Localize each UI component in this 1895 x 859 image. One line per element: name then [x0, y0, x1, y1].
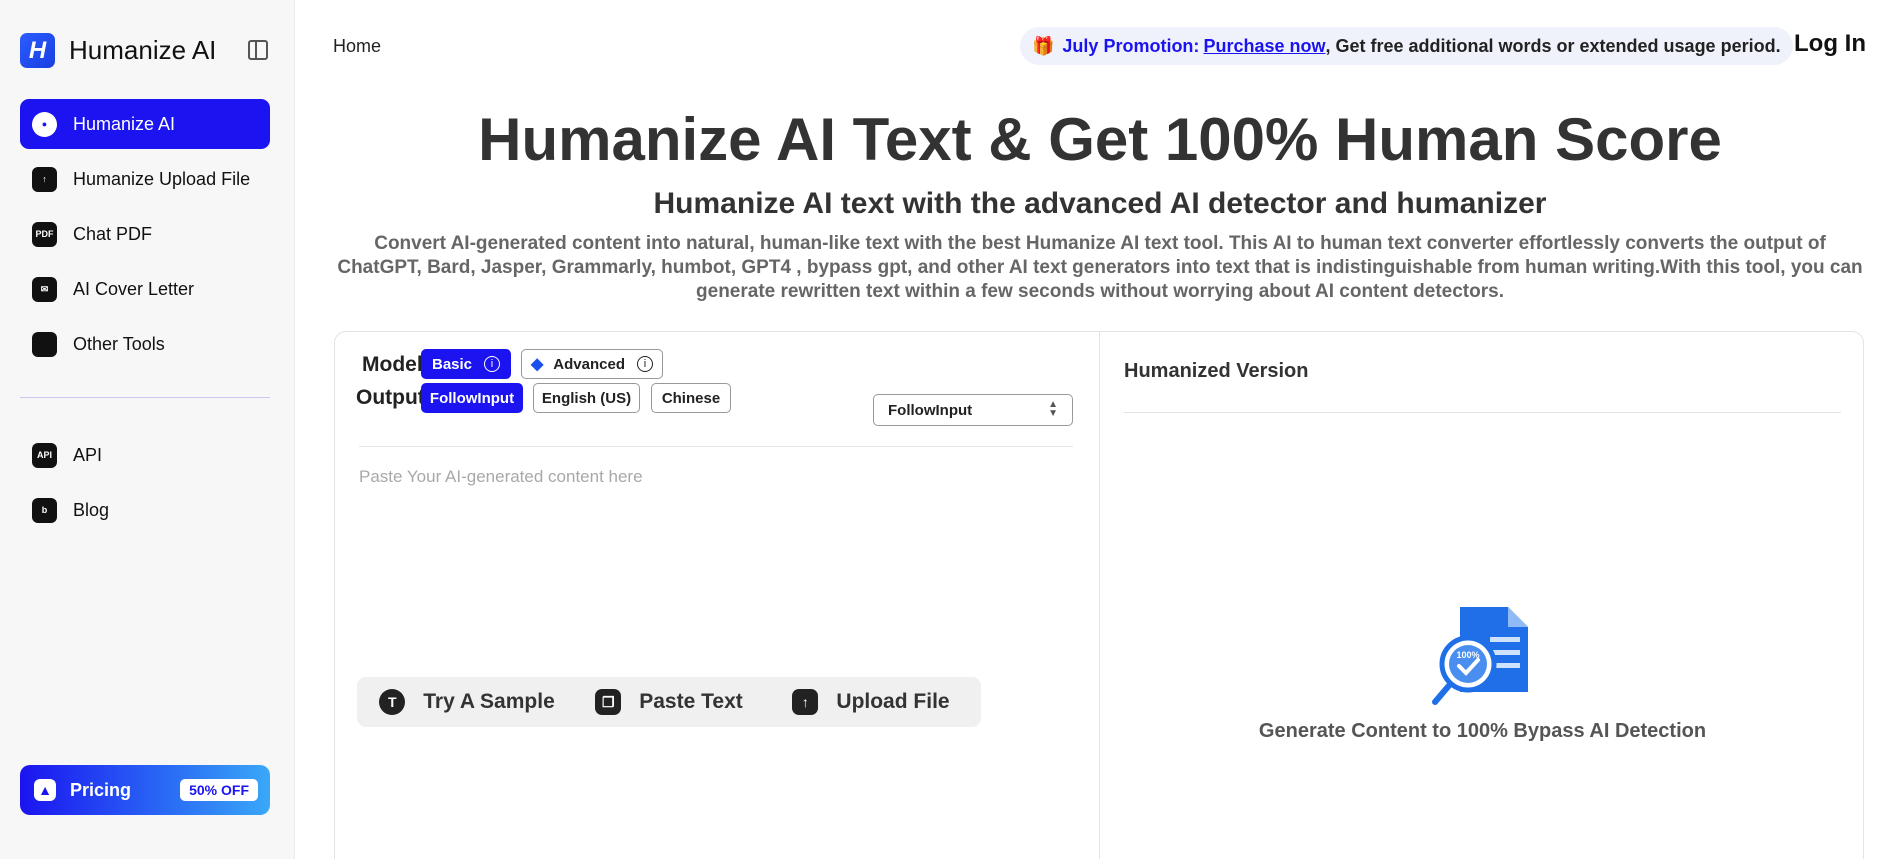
promo-title: July Promotion:: [1062, 35, 1200, 56]
file-upload-icon: ↑: [32, 166, 57, 192]
paste-text-label: Paste Text: [639, 690, 743, 713]
purchase-now-link[interactable]: Purchase now: [1203, 36, 1325, 57]
promo-text: , Get free additional words or extended …: [1325, 35, 1781, 56]
sidebar-item-label: API: [73, 444, 103, 465]
envelope-icon: ✉: [32, 276, 57, 302]
sidebar-item-other-tools[interactable]: Other Tools: [20, 319, 270, 369]
output-select-value: FollowInput: [888, 401, 973, 419]
input-pane: Model Basic i ◆ Advanced i Output Follow…: [335, 332, 1100, 859]
sidebar-item-label: Humanize Upload File: [73, 168, 251, 189]
paste-icon: ❐: [595, 689, 622, 715]
sidebar-item-label: Blog: [73, 499, 110, 520]
brand-logo-icon: H: [20, 33, 55, 68]
output-english-button[interactable]: English (US): [533, 383, 640, 413]
result-caption: Generate Content to 100% Bypass AI Detec…: [1258, 720, 1707, 742]
output-divider: [1124, 412, 1841, 413]
chevron-updown-icon: ▲ ▼: [1048, 399, 1058, 419]
sidebar-item-ai-cover-letter[interactable]: ✉ AI Cover Letter: [20, 264, 270, 314]
sidebar: H Humanize AI ● Humanize AI ↑ Humanize U…: [0, 0, 295, 859]
brand-name: Humanize AI: [69, 35, 217, 65]
sidebar-item-chat-pdf[interactable]: PDF Chat PDF: [20, 209, 270, 259]
text-sample-icon: T: [379, 689, 406, 715]
sidebar-item-label: Chat PDF: [73, 223, 153, 244]
brand[interactable]: H Humanize AI: [20, 33, 216, 68]
sidebar-nav: ● Humanize AI ↑ Humanize Upload File PDF…: [20, 99, 270, 540]
sidebar-toggle-icon[interactable]: [248, 40, 268, 60]
model-advanced-button[interactable]: ◆ Advanced i: [521, 349, 663, 379]
humanized-version-title: Humanized Version: [1124, 360, 1309, 382]
page-subtitle: Humanize AI text with the advanced AI de…: [653, 187, 1547, 220]
output-chinese-button[interactable]: Chinese: [651, 383, 731, 413]
sidebar-item-label: Other Tools: [73, 333, 165, 354]
output-followinput-button[interactable]: FollowInput: [421, 383, 523, 413]
gift-icon: 🎁: [1032, 35, 1055, 56]
upload-file-label: Upload File: [836, 690, 950, 713]
login-button[interactable]: Log In: [1794, 30, 1866, 58]
model-advanced-label: Advanced: [553, 355, 625, 373]
try-sample-button[interactable]: T Try A Sample: [357, 677, 577, 727]
sidebar-divider: [20, 397, 270, 398]
ai-content-input[interactable]: [359, 467, 1073, 667]
diamond-icon: ◆: [530, 356, 544, 373]
pricing-label: Pricing: [70, 779, 132, 800]
pdf-icon: PDF: [32, 221, 57, 247]
humanizer-tool: Model Basic i ◆ Advanced i Output Follow…: [334, 331, 1864, 859]
illustration-badge: 100%: [1456, 650, 1479, 660]
sidebar-item-humanize-ai[interactable]: ● Humanize AI: [20, 99, 270, 149]
app-root: H Humanize AI ● Humanize AI ↑ Humanize U…: [0, 0, 1895, 859]
output-language-select[interactable]: FollowInput ▲ ▼: [873, 394, 1073, 426]
sidebar-item-api[interactable]: API API: [20, 430, 270, 480]
model-label: Model: [362, 353, 423, 376]
promo-banner: 🎁 July Promotion: Purchase now , Get fre…: [1020, 27, 1793, 65]
document-check-icon: 100%: [1432, 607, 1528, 705]
api-icon: API: [32, 442, 57, 468]
blog-icon: b: [32, 497, 57, 523]
page-title: Humanize AI Text & Get 100% Human Score: [478, 106, 1722, 173]
input-divider: [359, 446, 1073, 447]
brain-icon: ●: [32, 111, 57, 137]
sidebar-item-label: AI Cover Letter: [73, 278, 195, 299]
discount-badge: 50% OFF: [180, 779, 258, 801]
breadcrumb-home[interactable]: Home: [333, 36, 381, 57]
output-label: Output: [356, 386, 425, 409]
sidebar-item-label: Humanize AI: [73, 113, 176, 134]
pricing-button[interactable]: ▲ Pricing 50% OFF: [20, 765, 270, 815]
grid-icon: [32, 331, 57, 357]
upload-file-button[interactable]: ↑ Upload File: [761, 677, 981, 727]
upload-icon: ↑: [792, 689, 819, 715]
paste-text-button[interactable]: ❐ Paste Text: [559, 677, 779, 727]
model-basic-label: Basic: [431, 355, 473, 373]
page-description: Convert AI-generated content into natura…: [337, 233, 1863, 302]
sidebar-item-humanize-upload-file[interactable]: ↑ Humanize Upload File: [20, 154, 270, 204]
try-sample-label: Try A Sample: [423, 690, 555, 713]
model-basic-button[interactable]: Basic i: [421, 349, 511, 379]
output-pane: Humanized Version 100% Generate Content …: [1100, 332, 1865, 859]
sidebar-item-blog[interactable]: b Blog: [20, 485, 270, 535]
rocket-icon: ▲: [34, 779, 56, 801]
info-icon[interactable]: i: [484, 356, 501, 372]
info-icon[interactable]: i: [637, 356, 653, 372]
